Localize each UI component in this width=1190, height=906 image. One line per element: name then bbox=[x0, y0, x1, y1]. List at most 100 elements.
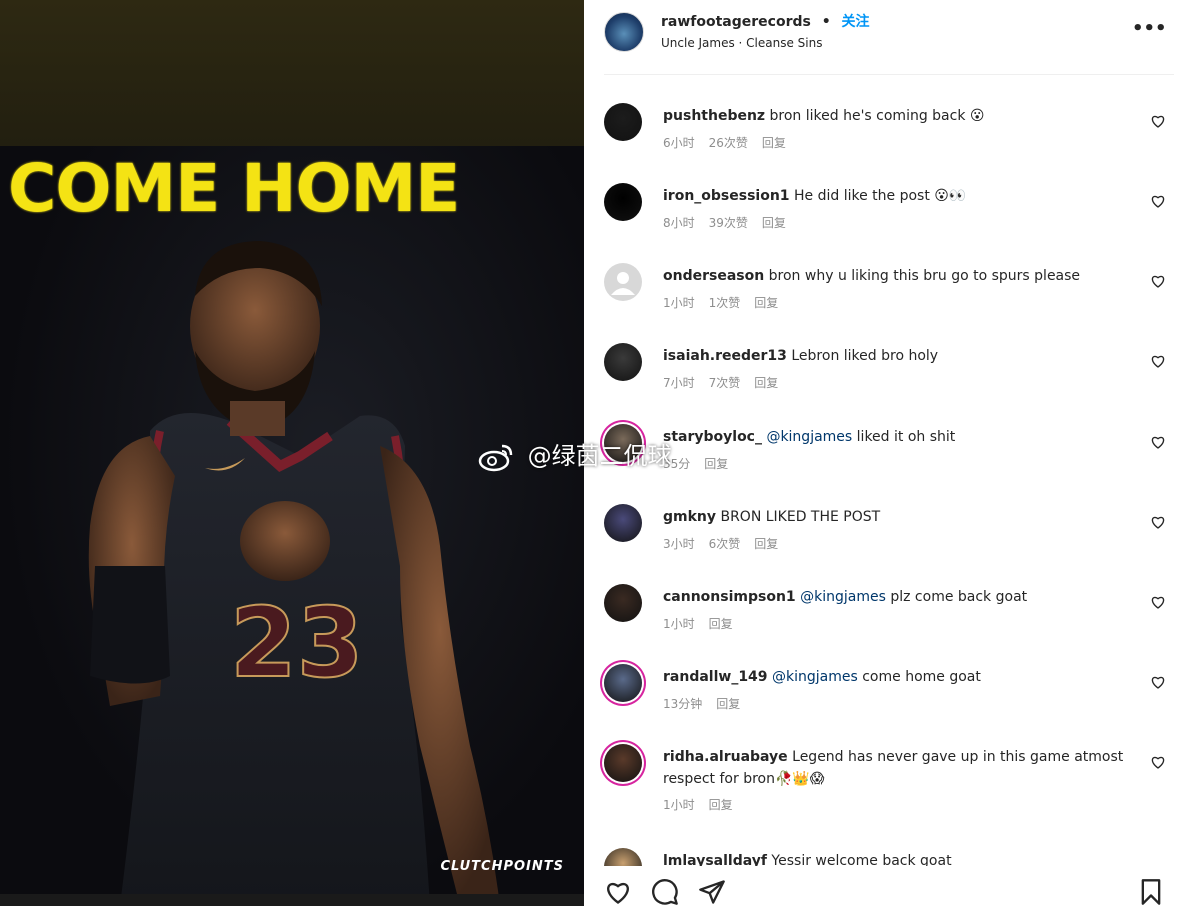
reply-button[interactable]: 回复 bbox=[754, 537, 778, 551]
comment-text: bron why u liking this bru go to spurs p… bbox=[768, 268, 1081, 284]
comment-like-count[interactable]: 39次赞 bbox=[709, 216, 748, 230]
comment-username[interactable]: pushthebenz bbox=[663, 108, 765, 124]
reply-button[interactable]: 回复 bbox=[762, 216, 786, 230]
comment-meta: 8小时 39次赞 回复 bbox=[663, 214, 800, 231]
header-divider bbox=[604, 74, 1174, 75]
comment-time: 3小时 bbox=[663, 537, 695, 551]
reply-button[interactable]: 回复 bbox=[762, 136, 786, 150]
comment-like-count[interactable]: 7次赞 bbox=[709, 376, 741, 390]
comment-text: come home goat bbox=[862, 669, 981, 685]
comment-meta: 3小时 6次赞 回复 bbox=[663, 535, 792, 552]
comment-like-count[interactable]: 1次赞 bbox=[709, 296, 741, 310]
player-illustration: 23 bbox=[88, 241, 500, 906]
comment-username[interactable]: onderseason bbox=[663, 268, 764, 284]
comment-time: 1小时 bbox=[663, 617, 695, 631]
comment-mention[interactable]: @kingjames bbox=[766, 429, 852, 445]
comment-username[interactable]: iron_obsession1 bbox=[663, 188, 790, 204]
comment-username[interactable]: isaiah.reeder13 bbox=[663, 348, 787, 364]
photo-top-band bbox=[0, 0, 584, 146]
reply-button[interactable]: 回复 bbox=[709, 798, 733, 812]
comment-like-count[interactable]: 6次赞 bbox=[709, 537, 741, 551]
comment-body: gmkny BRON LIKED THE POST bbox=[663, 506, 1133, 528]
comment-text: Lebron liked bro holy bbox=[791, 348, 939, 364]
comment-like-icon[interactable] bbox=[1150, 273, 1166, 289]
comment-avatar[interactable] bbox=[604, 664, 642, 702]
comment-avatar[interactable] bbox=[604, 744, 642, 782]
comment-time: 13分钟 bbox=[663, 697, 703, 711]
author-username[interactable]: rawfootagerecords bbox=[661, 14, 811, 30]
comment-like-icon[interactable] bbox=[1150, 594, 1166, 610]
comment-avatar[interactable] bbox=[604, 848, 642, 866]
follow-button[interactable]: 关注 bbox=[842, 14, 870, 30]
heart-icon[interactable] bbox=[604, 878, 632, 906]
jersey-number: 23 bbox=[230, 587, 364, 699]
reply-button[interactable]: 回复 bbox=[704, 457, 728, 471]
comments-panel: rawfootagerecords • 关注 Uncle James · Cle… bbox=[584, 0, 1190, 906]
comment-like-count[interactable]: 26次赞 bbox=[709, 136, 748, 150]
audio-label[interactable]: Uncle James · Cleanse Sins bbox=[661, 36, 823, 50]
comment-icon[interactable] bbox=[651, 878, 679, 906]
comment-avatar[interactable] bbox=[604, 183, 642, 221]
author-avatar[interactable] bbox=[604, 12, 644, 52]
comment-row: lmlaysalldayf Yessir welcome back goat bbox=[584, 848, 1190, 866]
comment-like-icon[interactable] bbox=[1150, 434, 1166, 450]
comment-text: bron liked he's coming back 😮 bbox=[769, 108, 985, 124]
comment-body: onderseason bron why u liking this bru g… bbox=[663, 265, 1133, 287]
poster-headline: COME HOME bbox=[8, 150, 460, 227]
comment-time: 1小时 bbox=[663, 296, 695, 310]
comment-avatar[interactable] bbox=[604, 103, 642, 141]
reply-button[interactable]: 回复 bbox=[716, 697, 740, 711]
bookmark-icon[interactable] bbox=[1137, 878, 1165, 906]
comment-like-icon[interactable] bbox=[1150, 754, 1166, 770]
comment-username[interactable]: cannonsimpson1 bbox=[663, 589, 796, 605]
comment-meta: 7小时 7次赞 回复 bbox=[663, 374, 792, 391]
comment-text: Yessir welcome back goat bbox=[771, 853, 952, 866]
comment-like-icon[interactable] bbox=[1150, 353, 1166, 369]
action-bar bbox=[584, 866, 1190, 906]
more-options-icon[interactable]: ••• bbox=[1132, 18, 1167, 42]
comment-time: 7小时 bbox=[663, 376, 695, 390]
comment-username[interactable]: staryboyloc_ bbox=[663, 429, 762, 445]
comment-mention[interactable]: @kingjames bbox=[772, 669, 858, 685]
comment-meta: 35分 回复 bbox=[663, 455, 742, 472]
comment-avatar[interactable] bbox=[604, 263, 642, 301]
comment-avatar[interactable] bbox=[604, 504, 642, 542]
comment-username[interactable]: ridha.alruabaye bbox=[663, 749, 788, 765]
share-icon[interactable] bbox=[698, 878, 726, 906]
comment-like-icon[interactable] bbox=[1150, 674, 1166, 690]
comment-avatar[interactable] bbox=[604, 584, 642, 622]
comment-text: He did like the post 😮👀 bbox=[794, 188, 967, 204]
comment-body: lmlaysalldayf Yessir welcome back goat bbox=[663, 850, 1133, 866]
comment-body: iron_obsession1 He did like the post 😮👀 bbox=[663, 185, 1133, 207]
reply-button[interactable]: 回复 bbox=[709, 617, 733, 631]
photo-bottom-band bbox=[0, 894, 584, 906]
comment-body: pushthebenz bron liked he's coming back … bbox=[663, 105, 1133, 127]
comment-username[interactable]: lmlaysalldayf bbox=[663, 853, 767, 866]
comment-body: randallw_149 @kingjames come home goat bbox=[663, 666, 1133, 688]
comment-text: plz come back goat bbox=[890, 589, 1028, 605]
post-photo[interactable]: 23 COME HOME CLUTCHPOINTS bbox=[0, 0, 584, 906]
comment-avatar[interactable] bbox=[604, 424, 642, 462]
comment-body: staryboyloc_ @kingjames liked it oh shit bbox=[663, 426, 1133, 448]
post-header: rawfootagerecords • 关注 Uncle James · Cle… bbox=[584, 0, 1190, 74]
comment-time: 8小时 bbox=[663, 216, 695, 230]
author-line: rawfootagerecords • 关注 bbox=[661, 11, 870, 31]
comment-like-icon[interactable] bbox=[1150, 514, 1166, 530]
header-separator: • bbox=[821, 14, 831, 30]
comment-meta: 13分钟 回复 bbox=[663, 695, 754, 712]
comment-like-icon[interactable] bbox=[1150, 193, 1166, 209]
comment-meta: 6小时 26次赞 回复 bbox=[663, 134, 800, 151]
reply-button[interactable]: 回复 bbox=[754, 376, 778, 390]
comment-meta: 1小时 1次赞 回复 bbox=[663, 294, 792, 311]
comment-body: ridha.alruabaye Legend has never gave up… bbox=[663, 746, 1133, 790]
comment-text: BRON LIKED THE POST bbox=[720, 509, 881, 525]
comment-body: isaiah.reeder13 Lebron liked bro holy bbox=[663, 345, 1133, 367]
comment-username[interactable]: gmkny bbox=[663, 509, 716, 525]
comment-avatar[interactable] bbox=[604, 343, 642, 381]
comment-time: 1小时 bbox=[663, 798, 695, 812]
brand-watermark: CLUTCHPOINTS bbox=[440, 859, 564, 874]
comment-like-icon[interactable] bbox=[1150, 113, 1166, 129]
comment-username[interactable]: randallw_149 bbox=[663, 669, 768, 685]
reply-button[interactable]: 回复 bbox=[754, 296, 778, 310]
comment-mention[interactable]: @kingjames bbox=[800, 589, 886, 605]
